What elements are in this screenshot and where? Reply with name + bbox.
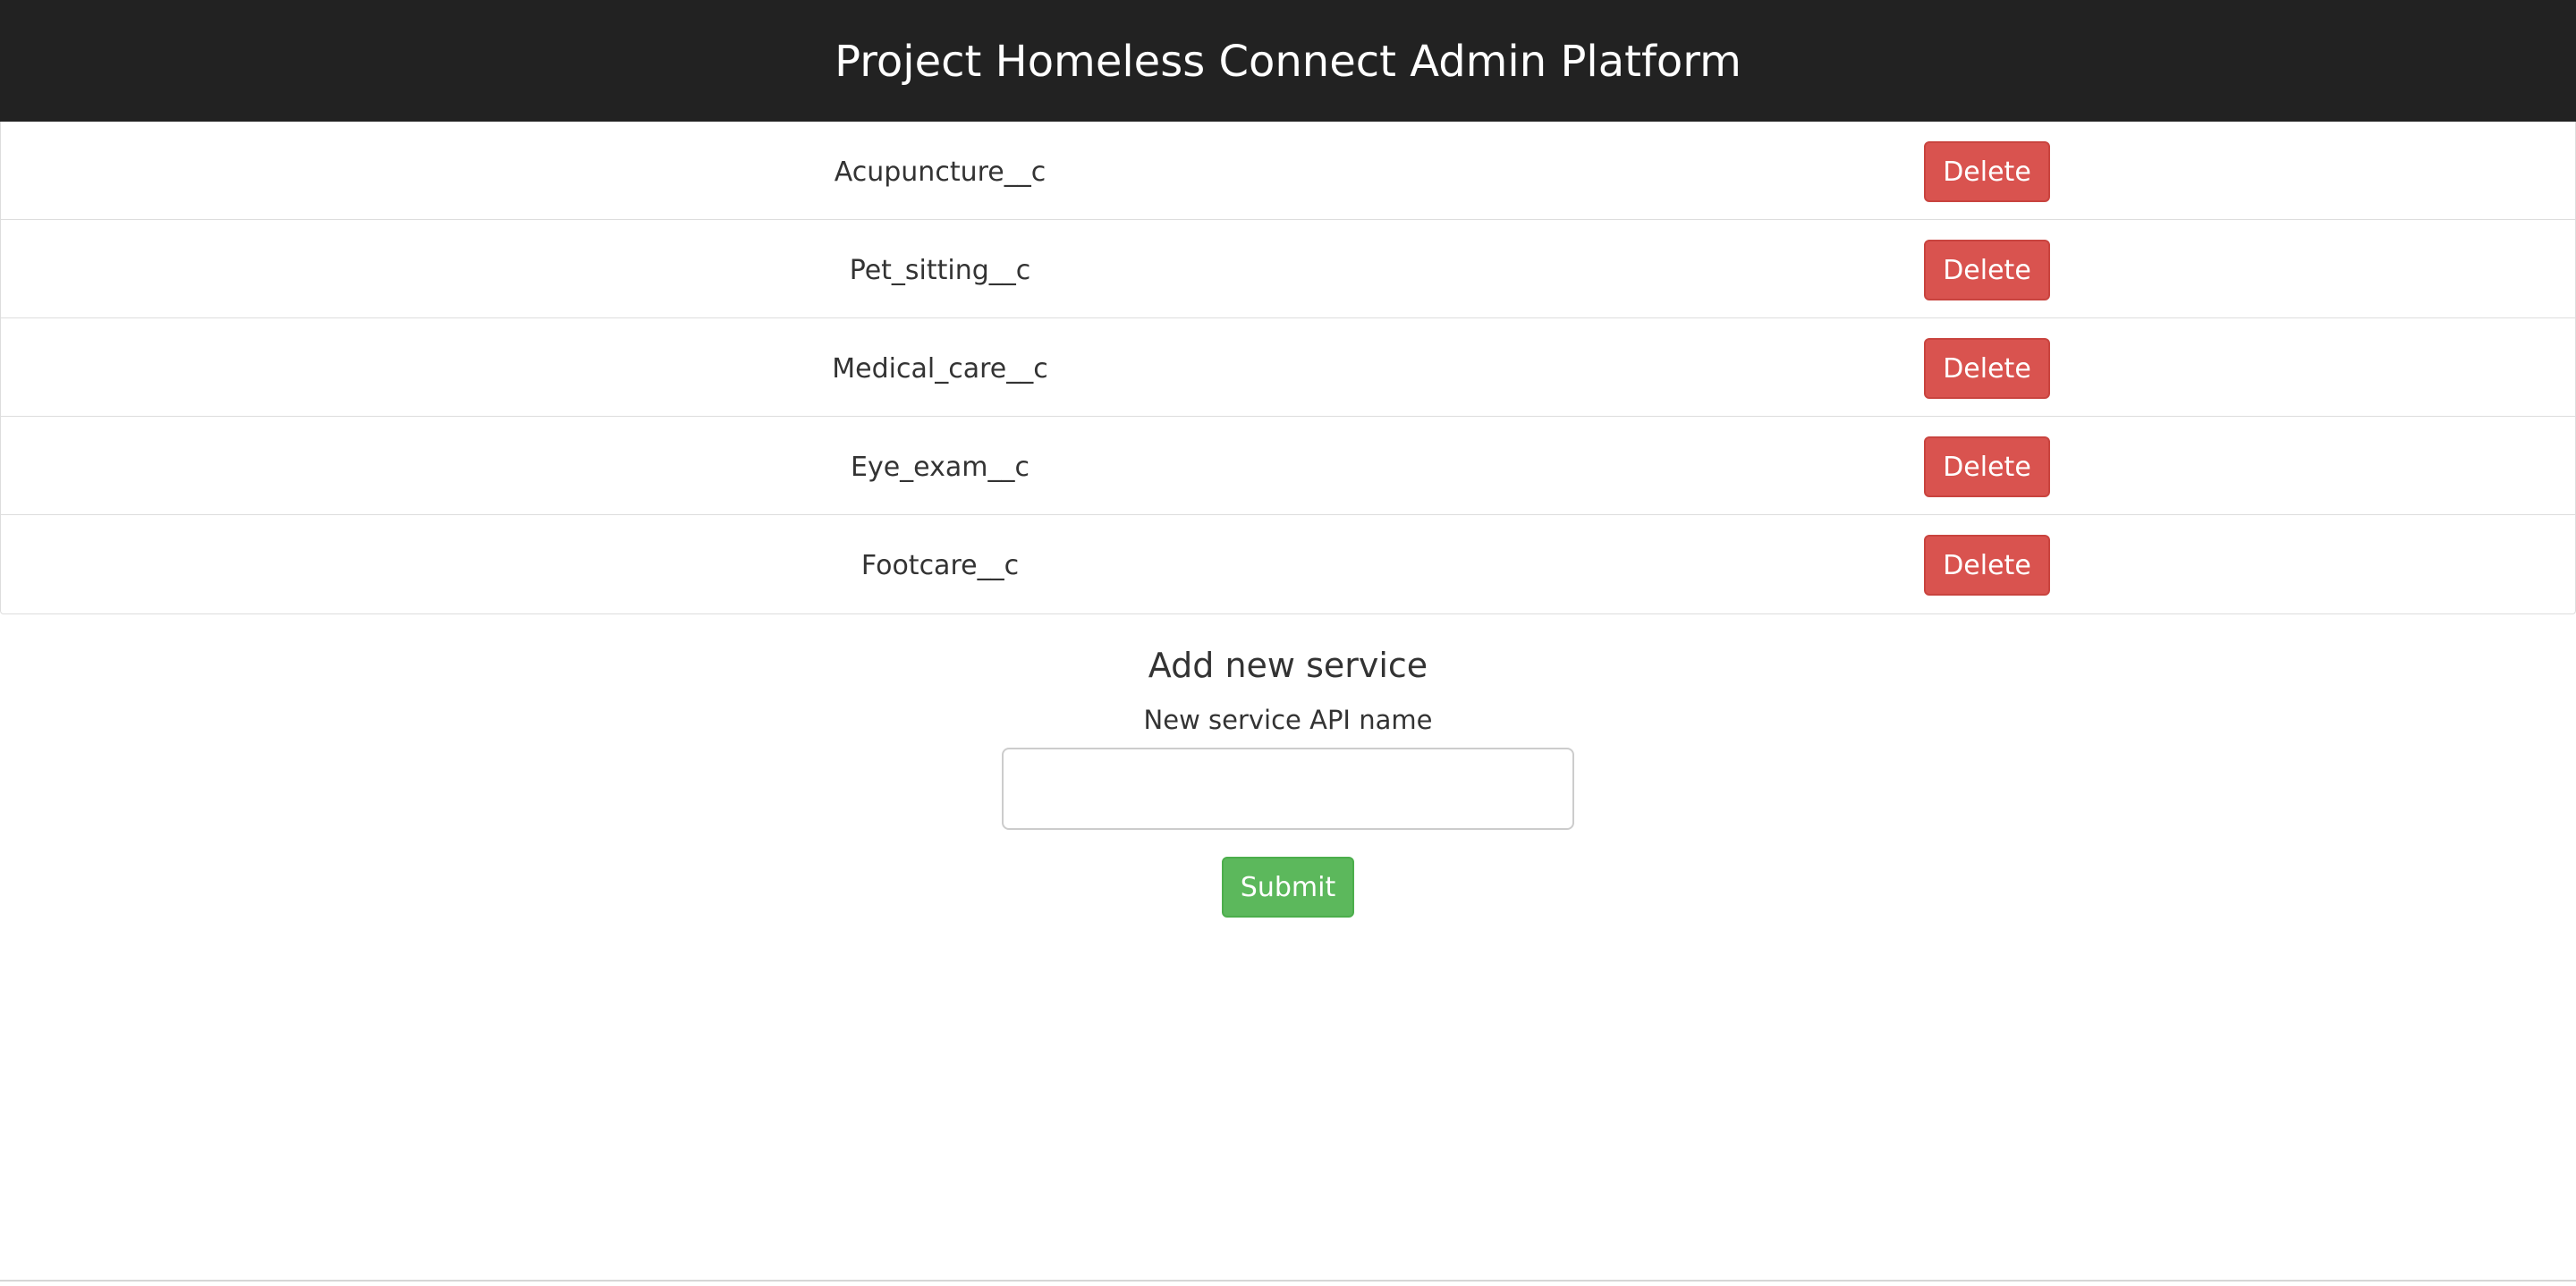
add-service-title: Add new service: [1148, 646, 1428, 685]
table-row: Acupuncture__c Delete: [1, 122, 2575, 220]
table-row: Eye_exam__c Delete: [1, 417, 2575, 515]
submit-button[interactable]: Submit: [1222, 857, 1354, 918]
service-name: Footcare__c: [860, 550, 1020, 581]
page-title: Project Homeless Connect Admin Platform: [835, 37, 1741, 87]
service-name: Pet_sitting__c: [849, 255, 1031, 286]
header-bar: Project Homeless Connect Admin Platform: [0, 0, 2576, 122]
table-row: Footcare__c Delete: [1, 515, 2575, 613]
service-name: Eye_exam__c: [851, 452, 1030, 483]
service-name: Acupuncture__c: [834, 157, 1046, 188]
delete-button[interactable]: Delete: [1924, 240, 2050, 300]
bottom-divider: [0, 1280, 2576, 1282]
delete-button[interactable]: Delete: [1924, 338, 2050, 399]
delete-button[interactable]: Delete: [1924, 141, 2050, 202]
delete-button[interactable]: Delete: [1924, 535, 2050, 596]
table-row: Pet_sitting__c Delete: [1, 220, 2575, 318]
delete-button[interactable]: Delete: [1924, 436, 2050, 497]
new-service-label: New service API name: [1143, 705, 1433, 735]
table-row: Medical_care__c Delete: [1, 318, 2575, 417]
new-service-input[interactable]: [1002, 748, 1574, 830]
service-name: Medical_care__c: [832, 353, 1048, 385]
services-table: Acupuncture__c Delete Pet_sitting__c Del…: [0, 122, 2576, 614]
